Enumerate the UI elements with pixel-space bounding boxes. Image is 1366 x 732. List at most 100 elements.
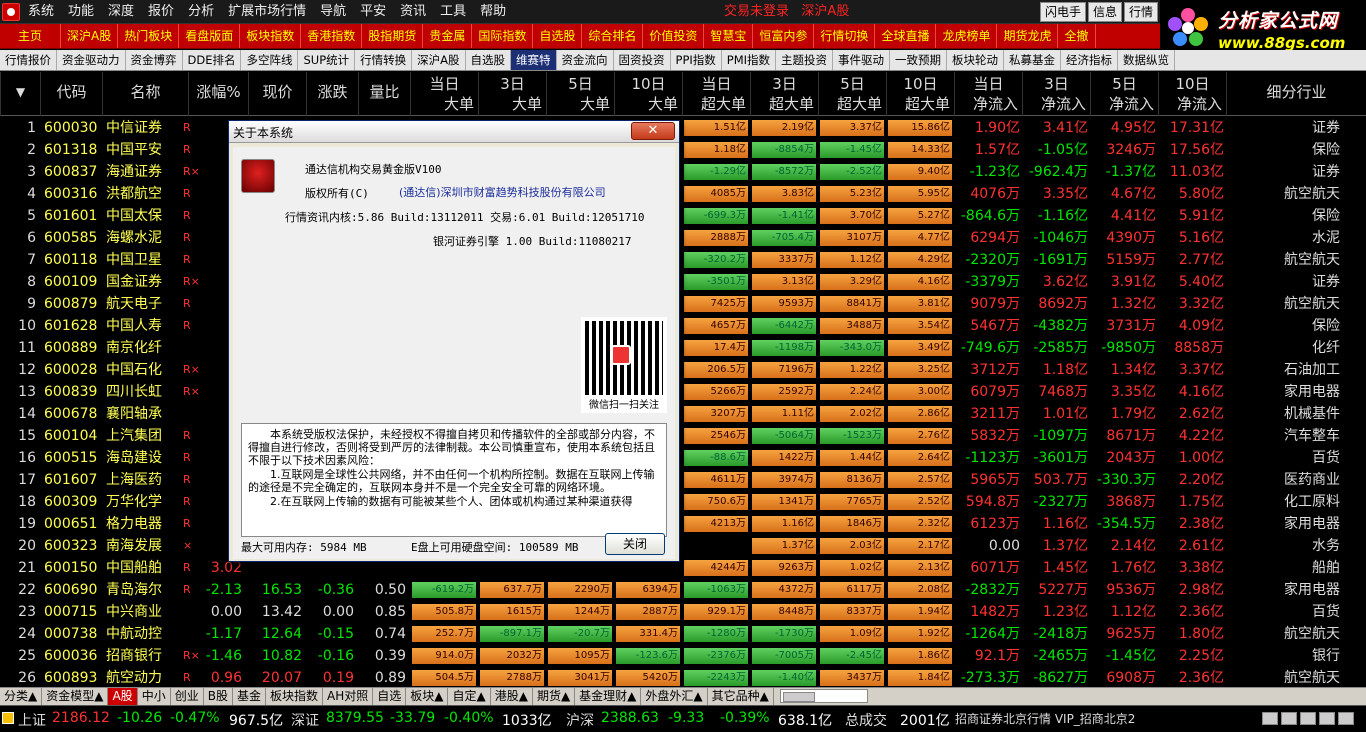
stock-name[interactable]: 航空动力 — [106, 667, 174, 689]
subbar-tab-20[interactable]: 数据纵览 — [1118, 50, 1176, 70]
stock-code[interactable]: 601628 — [44, 315, 100, 337]
table-row[interactable]: 21 600150 中国船舶 R 3.02 4244万 9263万 1.02亿 2.13亿 607… — [0, 557, 1366, 579]
subbar-tab-9[interactable]: 维赛特 — [511, 50, 557, 70]
stock-name[interactable]: 中国船舶 — [106, 557, 174, 579]
stock-name[interactable]: 洪都航空 — [106, 183, 174, 205]
toolbar-item-6[interactable]: 股指期货 — [362, 24, 424, 48]
toolbar-item-9[interactable]: 自选股 — [533, 24, 583, 48]
bottom-tab-2[interactable]: A股 — [108, 688, 138, 705]
stock-code[interactable]: 600839 — [44, 381, 100, 403]
stock-name[interactable]: 中国石化 — [106, 359, 174, 381]
stock-name[interactable]: 格力电器 — [106, 513, 174, 535]
stock-name[interactable]: 南海发展 — [106, 535, 174, 557]
subbar-tab-14[interactable]: 主题投资 — [776, 50, 834, 70]
table-row[interactable]: 24 000738 中航动控 -1.17 12.64 -0.15 0.74 252.7万 -89… — [0, 623, 1366, 645]
subbar-tab-5[interactable]: SUP统计 — [298, 50, 356, 70]
horizontal-scrollbar[interactable] — [779, 689, 868, 703]
header-code[interactable]: 代码 — [40, 72, 102, 116]
header-group-2[interactable]: 5日 大单 — [546, 72, 614, 116]
bottom-tab-4[interactable]: 创业 — [171, 688, 204, 705]
table-row[interactable]: 11600889南京化纤-117.4万-1198万-343.0万3.49亿-74… — [0, 337, 1366, 359]
table-row[interactable]: 4600316洪都航空R24085万3.83亿5.23亿5.95亿4076万3.… — [0, 183, 1366, 205]
subbar-tab-0[interactable]: 行情报价 — [0, 50, 57, 70]
table-row[interactable]: 6600585海螺水泥R12888万-705.4万3107万4.77亿6294万… — [0, 227, 1366, 249]
stock-name[interactable]: 青岛海尔 — [106, 579, 174, 601]
subbar-tab-18[interactable]: 私募基金 — [1004, 50, 1062, 70]
subbar-tab-12[interactable]: PPI指数 — [671, 50, 722, 70]
menu-item-9[interactable]: 工具 — [434, 0, 474, 24]
stock-code[interactable]: 600030 — [44, 117, 100, 139]
table-row[interactable]: 18600309万华化学R0750.6万1341万7765万2.52亿594.8… — [0, 491, 1366, 513]
stock-code[interactable]: 000738 — [44, 623, 100, 645]
sound-icon[interactable] — [1319, 712, 1335, 725]
stock-name[interactable]: 招商银行 — [106, 645, 174, 667]
table-row[interactable]: 14600678襄阳轴承53207万1.11亿2.02亿2.86亿3211万1.… — [0, 403, 1366, 425]
stock-code[interactable]: 600585 — [44, 227, 100, 249]
header-group-3[interactable]: 10日 大单 — [614, 72, 682, 116]
subbar-tab-4[interactable]: 多空阵线 — [241, 50, 299, 70]
license-textbox[interactable]: 本系统受版权法保护，未经授权不得擅自拷贝和传播软件的全部或部分内容，不得擅自进行… — [241, 423, 667, 537]
bottom-tab-15[interactable]: 外盘外汇▲ — [641, 688, 708, 705]
bottom-tab-8[interactable]: AH对照 — [323, 688, 374, 705]
stock-code[interactable]: 600104 — [44, 425, 100, 447]
stock-code[interactable]: 600309 — [44, 491, 100, 513]
table-row[interactable]: 19000651格力电器R14213万1.16亿1846万2.32亿6123万1… — [0, 513, 1366, 535]
bottom-tab-9[interactable]: 自选 — [373, 688, 407, 705]
table-row[interactable]: 7600118中国卫星R2-320.2万3337万1.12亿4.29亿-2320… — [0, 249, 1366, 271]
stock-code[interactable]: 600515 — [44, 447, 100, 469]
toolbar-item-8[interactable]: 国际指数 — [472, 24, 534, 48]
bottom-tab-10[interactable]: 板块▲ — [406, 688, 449, 705]
stock-code[interactable]: 600118 — [44, 249, 100, 271]
menu-item-6[interactable]: 导航 — [314, 0, 354, 24]
table-row[interactable]: 8600109国金证券R×-3-3501万3.13亿3.29亿4.16亿-337… — [0, 271, 1366, 293]
toolbar-item-17[interactable]: 期货龙虎 — [997, 24, 1059, 48]
settings-icon[interactable] — [1338, 712, 1354, 725]
toolbar-item-3[interactable]: 看盘版面 — [179, 24, 241, 48]
toolbar-item-11[interactable]: 价值投资 — [643, 24, 705, 48]
menu-item-1[interactable]: 功能 — [62, 0, 102, 24]
header-vol-ratio[interactable]: 量比 — [358, 72, 410, 116]
stock-code[interactable]: 600893 — [44, 667, 100, 689]
sort-menu-icon[interactable]: ▼ — [0, 72, 40, 116]
stock-code[interactable]: 600150 — [44, 557, 100, 579]
toolbar-item-4[interactable]: 板块指数 — [240, 24, 302, 48]
stock-name[interactable]: 南京化纤 — [106, 337, 174, 359]
table-row[interactable]: 3600837海通证券R×-1-1.29亿-8572万-2.52亿9.40亿-1… — [0, 161, 1366, 183]
signal-icon[interactable] — [1281, 712, 1297, 725]
bottom-tab-6[interactable]: 基金 — [233, 688, 266, 705]
table-row[interactable]: 15600104上汽集团R02546万-5064万-1523万2.76亿5832… — [0, 425, 1366, 447]
table-row[interactable]: 12600028中国石化R×-3206.5万7196万1.22亿3.25亿371… — [0, 359, 1366, 381]
table-row[interactable]: 2601318中国平安R01.18亿-8854万-1.45亿14.33亿1.57… — [0, 139, 1366, 161]
stock-code[interactable]: 601607 — [44, 469, 100, 491]
menu-item-5[interactable]: 扩展市场行情 — [222, 0, 314, 24]
header-group-8[interactable]: 当日 净流入 — [954, 72, 1022, 116]
stock-name[interactable]: 万华化学 — [106, 491, 174, 513]
stock-code[interactable]: 000715 — [44, 601, 100, 623]
stock-name[interactable]: 海螺水泥 — [106, 227, 174, 249]
menu-item-7[interactable]: 平安 — [354, 0, 394, 24]
toolbar-item-2[interactable]: 热门板块 — [118, 24, 180, 48]
stock-code[interactable]: 600678 — [44, 403, 100, 425]
stock-code[interactable]: 600028 — [44, 359, 100, 381]
subbar-tab-10[interactable]: 资金流向 — [557, 50, 614, 70]
table-row[interactable]: 10601628中国人寿R04657万-6442万3488万3.54亿5467万… — [0, 315, 1366, 337]
bottom-tab-7[interactable]: 板块指数 — [266, 688, 323, 705]
subbar-tab-16[interactable]: 一致预期 — [890, 50, 948, 70]
bottom-tab-11[interactable]: 自定▲ — [448, 688, 491, 705]
header-group-10[interactable]: 5日 净流入 — [1090, 72, 1158, 116]
stock-name[interactable]: 四川长虹 — [106, 381, 174, 403]
stock-name[interactable]: 中兴商业 — [106, 601, 174, 623]
toolbar-item-12[interactable]: 智慧宝 — [704, 24, 754, 48]
bottom-tab-0[interactable]: 分类▲ — [0, 688, 43, 705]
stock-name[interactable]: 襄阳轴承 — [106, 403, 174, 425]
toolbar-item-5[interactable]: 香港指数 — [301, 24, 363, 48]
toolbar-item-7[interactable]: 贵金属 — [423, 24, 473, 48]
subbar-tab-7[interactable]: 深沪A股 — [412, 50, 466, 70]
stock-code[interactable]: 600837 — [44, 161, 100, 183]
subbar-tab-8[interactable]: 自选股 — [466, 50, 512, 70]
stock-code[interactable]: 600889 — [44, 337, 100, 359]
stock-name[interactable]: 中国平安 — [106, 139, 174, 161]
table-row[interactable]: 5601601中国太保R-0-699.3万-1.41亿3.70亿5.27亿-86… — [0, 205, 1366, 227]
header-group-0[interactable]: 当日 大单 — [410, 72, 478, 116]
subbar-tab-19[interactable]: 经济指标 — [1061, 50, 1119, 70]
